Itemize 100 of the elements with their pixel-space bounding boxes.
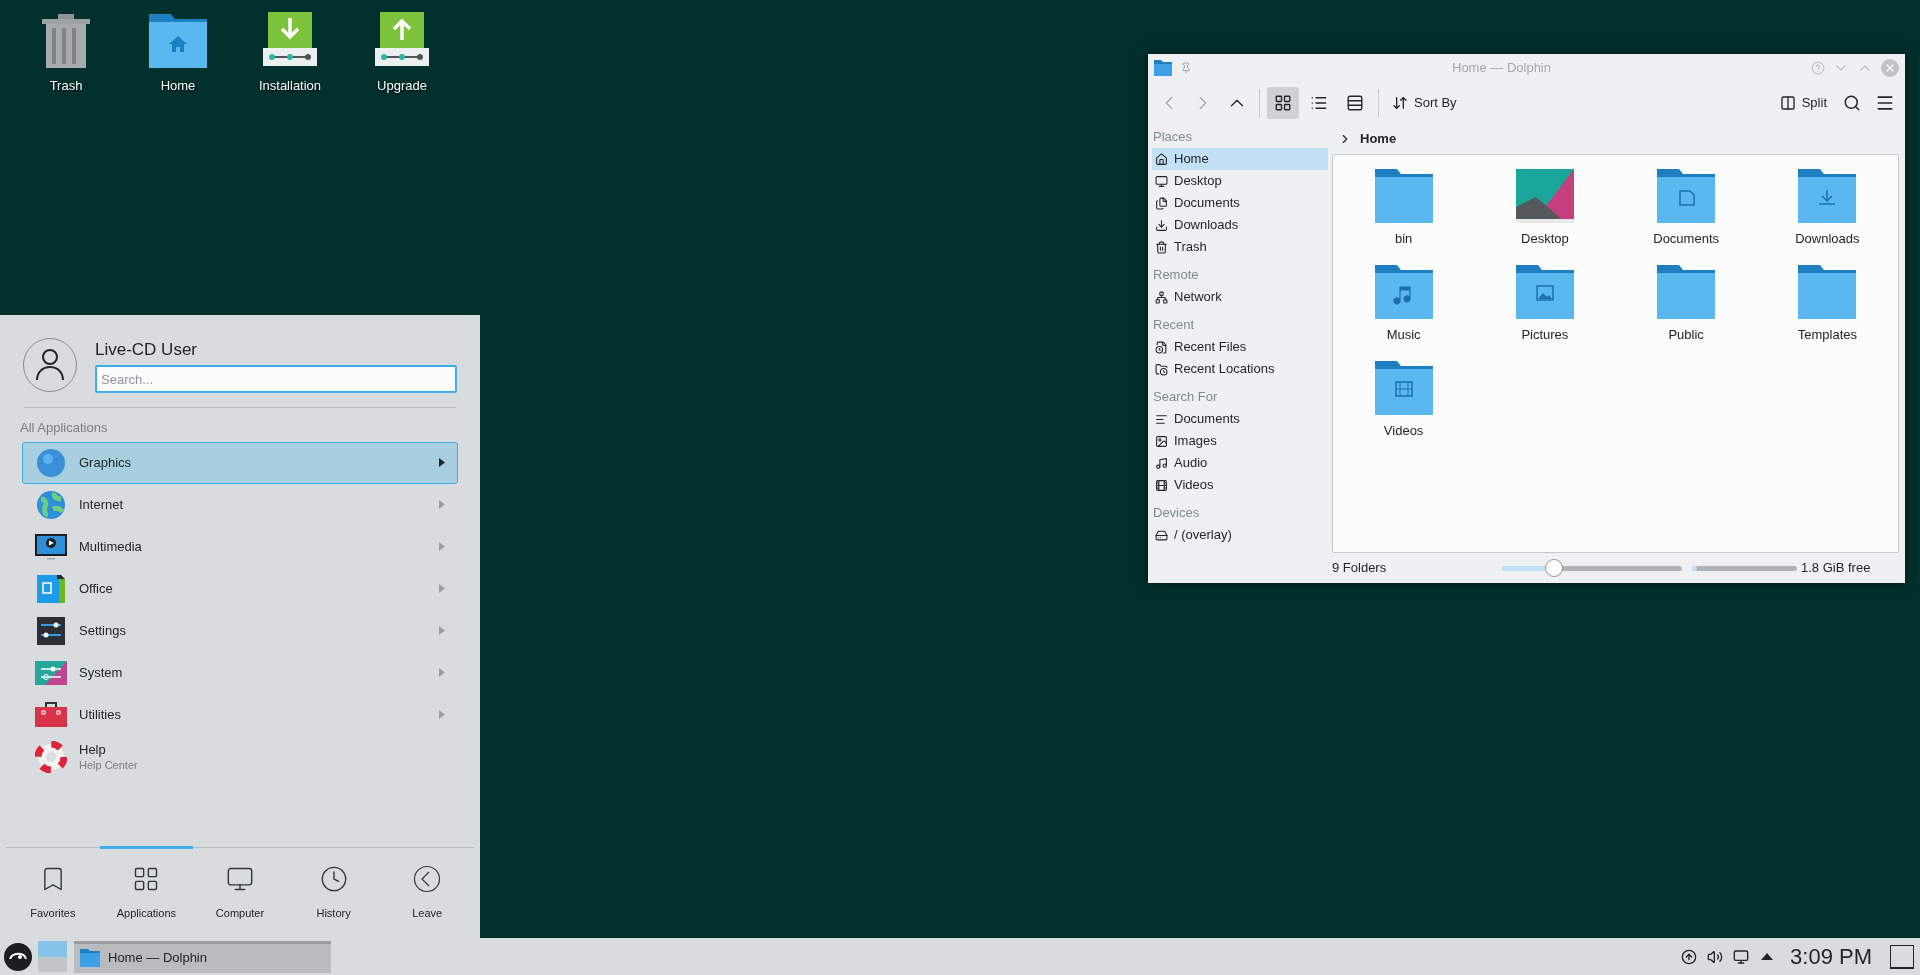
menu-item-subtitle: Help Center: [79, 757, 139, 772]
upload-package-icon: [375, 12, 429, 68]
places-item[interactable]: Documents: [1152, 408, 1328, 430]
file-name[interactable]: Templates: [1797, 325, 1857, 345]
file-name[interactable]: Music: [1386, 325, 1421, 345]
status-text: 9 Folders: [1332, 559, 1388, 578]
menu-item[interactable]: Multimedia: [22, 525, 458, 568]
places-heading: Recent: [1152, 316, 1196, 334]
sphere-icon: [35, 446, 67, 479]
file-name[interactable]: Documents: [1653, 229, 1719, 249]
places-item[interactable]: Downloads: [1152, 214, 1328, 236]
launcher-tab[interactable]: Favorites: [6, 846, 100, 938]
list-view-icon: [1310, 94, 1328, 112]
network-icon[interactable]: [1733, 948, 1750, 965]
search-field[interactable]: Search...: [95, 365, 457, 393]
places-item[interactable]: / (overlay): [1152, 524, 1328, 546]
sort-by-button[interactable]: Sort By: [1386, 87, 1463, 119]
file-name[interactable]: Videos: [1383, 421, 1424, 441]
monitor-icon: [226, 865, 254, 893]
sort-icon: [1392, 95, 1408, 111]
menu-item-label: Help: [79, 741, 107, 758]
menu-item[interactable]: Utilities: [22, 693, 458, 736]
menu-item[interactable]: Help Help Center: [22, 735, 458, 778]
place-icon: [1155, 218, 1168, 232]
clock[interactable]: 3:09 PM: [1790, 940, 1872, 973]
places-heading: Search For: [1152, 388, 1219, 406]
file-name[interactable]: Public: [1668, 325, 1704, 345]
place-icon: [1155, 456, 1168, 470]
menu-item-label: System: [79, 664, 124, 681]
places-heading: Remote: [1152, 266, 1200, 284]
desktop-icon-label[interactable]: Home: [160, 76, 196, 96]
zoom-slider-handle[interactable]: [1545, 559, 1564, 577]
launcher-tab[interactable]: Leave: [380, 846, 474, 938]
volume-icon[interactable]: [1707, 948, 1724, 965]
desktop-icon-label[interactable]: Installation: [258, 76, 322, 96]
places-item[interactable]: Recent Locations: [1152, 358, 1328, 380]
globe-icon: [35, 488, 67, 521]
home-folder-icon: [149, 14, 207, 68]
menu-item-label: Settings: [79, 622, 127, 639]
menu-item[interactable]: Office: [22, 567, 458, 610]
menu-icon[interactable]: [1875, 93, 1895, 113]
menu-item-label: Graphics: [79, 454, 133, 471]
search-icon[interactable]: [1843, 94, 1861, 112]
places-item[interactable]: Documents: [1152, 192, 1328, 214]
place-icon: [1155, 434, 1168, 448]
places-item[interactable]: Videos: [1152, 474, 1328, 496]
place-icon: [1155, 362, 1168, 376]
folder-app-icon: [80, 949, 100, 967]
places-item[interactable]: Home: [1152, 148, 1328, 170]
menu-item[interactable]: Internet: [22, 483, 458, 526]
update-icon[interactable]: [1681, 948, 1698, 965]
menu-item-label: Utilities: [79, 706, 122, 723]
section-title: All Applications: [20, 419, 109, 437]
place-icon: [1155, 340, 1168, 354]
place-icon: [1155, 174, 1168, 188]
split-button[interactable]: Split: [1773, 87, 1833, 119]
document-folder-icon: [1657, 169, 1716, 223]
sliders-icon: [35, 614, 67, 647]
places-item[interactable]: Network: [1152, 286, 1328, 308]
download-package-icon: [263, 12, 317, 68]
trash-can-icon: [42, 14, 90, 68]
show-desktop-icon[interactable]: [1890, 944, 1914, 969]
menu-item-label: Office: [79, 580, 114, 597]
menu-item[interactable]: System: [22, 651, 458, 694]
file-name[interactable]: bin: [1394, 229, 1413, 249]
zoom-slider[interactable]: [1502, 559, 1682, 577]
window-title: Home — Dolphin: [1451, 59, 1552, 78]
desktop-icon-label[interactable]: Upgrade: [377, 76, 427, 96]
download-folder-icon: [1798, 169, 1857, 223]
tree-view-icon: [1346, 94, 1364, 112]
places-item[interactable]: Recent Files: [1152, 336, 1328, 358]
place-icon: [1155, 196, 1168, 210]
file-name[interactable]: Downloads: [1795, 229, 1860, 249]
task-button[interactable]: Home — Dolphin: [74, 940, 331, 973]
launcher-tab[interactable]: History: [286, 846, 381, 938]
places-heading: Devices: [1152, 504, 1201, 522]
place-icon: [1155, 478, 1168, 492]
document-icon: [35, 572, 67, 605]
menu-item-label: Multimedia: [79, 538, 143, 555]
folder-icon: [1798, 265, 1857, 319]
breadcrumb-item[interactable]: Home: [1360, 129, 1397, 149]
places-item[interactable]: Trash: [1152, 236, 1328, 258]
menu-item[interactable]: Graphics: [22, 441, 458, 484]
user-name: Live-CD User: [95, 339, 199, 361]
launcher-tab[interactable]: Computer: [193, 846, 287, 938]
file-name[interactable]: Desktop: [1521, 229, 1569, 249]
places-item[interactable]: Images: [1152, 430, 1328, 452]
free-space-label: 1.8 GiB free: [1801, 559, 1871, 578]
place-icon: [1155, 528, 1168, 542]
clock-icon: [319, 865, 348, 893]
split-view-icon: [1779, 95, 1796, 111]
places-item[interactable]: Audio: [1152, 452, 1328, 474]
grid-view-icon: [1274, 94, 1292, 112]
close-icon: [1884, 62, 1896, 74]
tray-expand-icon[interactable]: [1761, 953, 1774, 960]
file-name[interactable]: Pictures: [1521, 325, 1569, 345]
view-mode-button[interactable]: [1267, 87, 1299, 119]
menu-item[interactable]: Settings: [22, 609, 458, 652]
desktop-icon-label[interactable]: Trash: [49, 76, 83, 96]
places-item[interactable]: Desktop: [1152, 170, 1328, 192]
